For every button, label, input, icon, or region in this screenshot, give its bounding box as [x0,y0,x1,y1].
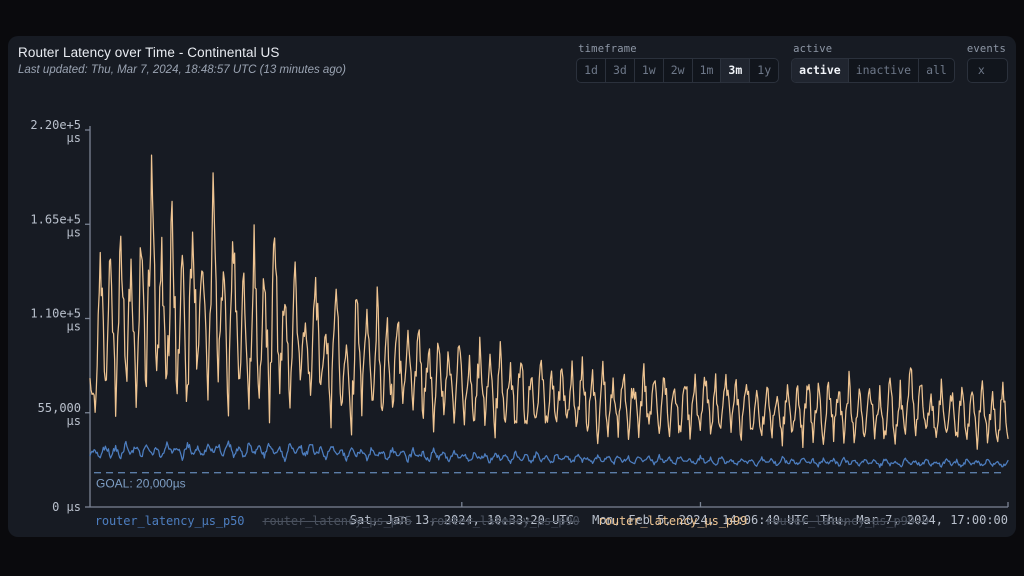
timeframe-segmented-control[interactable]: 1d 3d 1w 2w 1m 3m 1y [576,58,780,83]
svg-text:55,000: 55,000 [38,401,81,415]
events-control: events x [966,43,1008,83]
legend-item-routerlatencysp90[interactable]: router_latency_µs_p90 [430,514,580,529]
latency-line-chart: 0 µs55,000µs1.10e+5µs1.65e+5µs2.20e+5µsS… [30,118,1009,527]
page-title: Router Latency over Time - Continental U… [18,45,280,60]
events-x-button[interactable]: x [968,59,995,82]
chart-legend: router_latency_µs_p50 router_latency_µs_p… [8,514,1016,529]
svg-text:1.65e+5: 1.65e+5 [30,212,81,226]
panel-header: Router Latency over Time - Continental U… [18,44,638,78]
events-label: events [966,43,1006,55]
controls-bar: timeframe 1d 3d 1w 2w 1m 3m 1y active active in… [576,43,1008,83]
timeframe-2w-button[interactable]: 2w [664,59,693,82]
timeframe-1w-button[interactable]: 1w [635,59,664,82]
timeframe-control: timeframe 1d 3d 1w 2w 1m 3m 1y [576,43,780,83]
legend-item-routerlatencysp999[interactable]: router_latency_µs_p99.9 [765,514,929,529]
events-segmented-control[interactable]: x [966,58,1008,83]
svg-text:1.10e+5: 1.10e+5 [30,307,81,321]
active-filter-active-button[interactable]: active [792,59,849,82]
legend-item-routerlatencysp99[interactable]: router_latency_µs_p99 [598,514,748,529]
active-label: active [793,43,833,55]
timeframe-3d-button[interactable]: 3d [606,59,635,82]
svg-text:GOAL: 20,000µs: GOAL: 20,000µs [96,477,186,491]
chart-panel: Router Latency over Time - Continental U… [8,36,1016,537]
svg-text:µs: µs [67,320,81,334]
legend-item-routerlatencysp75[interactable]: router_latency_µs_p75 [262,514,412,529]
svg-text:µs: µs [67,131,81,145]
svg-text:µs: µs [67,225,81,239]
active-segmented-control[interactable]: active inactive all [791,58,955,83]
active-filter-all-button[interactable]: all [919,59,954,82]
timeframe-3m-button[interactable]: 3m [721,59,751,82]
active-control: active active inactive all [791,43,955,83]
legend-item-routerlatencysp50[interactable]: router_latency_µs_p50 [95,514,245,529]
svg-text:µs: µs [67,414,81,428]
timeframe-label: timeframe [578,43,637,55]
screen: Router Latency over Time - Continental U… [0,0,1024,576]
chart-plot-area: 0 µs 55,000 µs 1.10e+5 µs 1.65e+5 µs 2.20e+5 µs S… [8,116,1016,537]
svg-text:0 µs: 0 µs [52,500,81,514]
timeframe-1m-button[interactable]: 1m [693,59,722,82]
svg-text:2.20e+5: 2.20e+5 [30,118,81,132]
last-updated-text: Last updated: Thu, Mar 7, 2024, 18:48:57… [18,64,346,76]
timeframe-1d-button[interactable]: 1d [577,59,606,82]
timeframe-1y-button[interactable]: 1y [750,59,778,82]
active-filter-inactive-button[interactable]: inactive [849,59,920,82]
